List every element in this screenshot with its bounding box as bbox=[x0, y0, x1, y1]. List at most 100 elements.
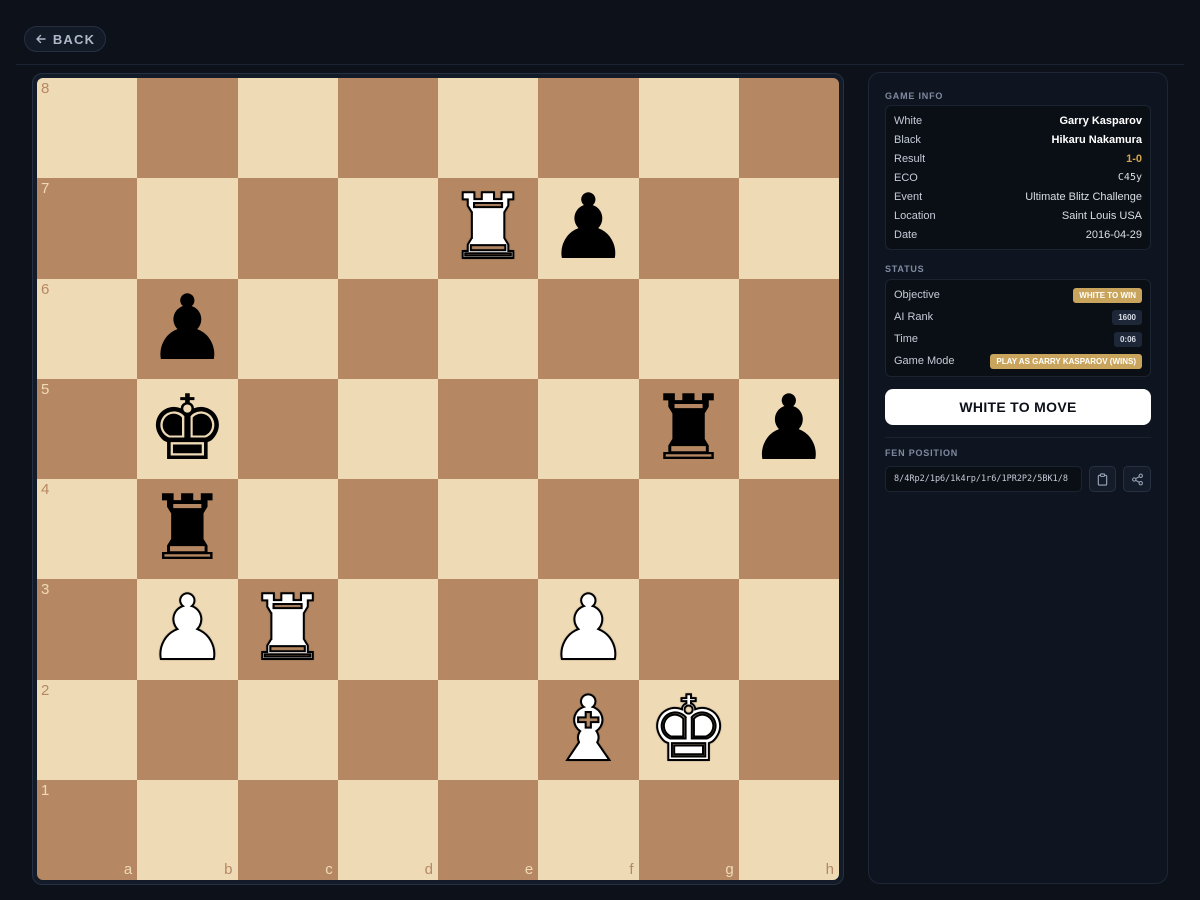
fen-title: FEN POSITION bbox=[885, 448, 959, 458]
square-a4[interactable]: 4 bbox=[37, 479, 138, 580]
square-c7[interactable] bbox=[237, 178, 338, 279]
game-info-value: Hikaru Nakamura bbox=[1051, 133, 1143, 146]
square-e5[interactable] bbox=[438, 378, 539, 479]
square-c5[interactable] bbox=[237, 378, 338, 479]
white-bishop-piece[interactable]: ♝ bbox=[538, 680, 638, 780]
square-e8[interactable] bbox=[438, 78, 539, 179]
file-label: e bbox=[524, 861, 534, 878]
square-h6[interactable] bbox=[738, 278, 839, 379]
square-g1[interactable]: g bbox=[638, 779, 739, 880]
square-h4[interactable] bbox=[738, 479, 839, 580]
square-g2[interactable]: ♚ bbox=[638, 679, 739, 780]
back-button-label: BACK bbox=[52, 31, 96, 47]
square-h7[interactable] bbox=[738, 178, 839, 279]
square-h1[interactable]: h bbox=[738, 779, 839, 880]
square-e4[interactable] bbox=[438, 479, 539, 580]
square-h5[interactable]: ♟ bbox=[738, 378, 839, 479]
square-f7[interactable]: ♟ bbox=[538, 178, 639, 279]
square-c1[interactable]: c bbox=[237, 779, 338, 880]
square-b2[interactable] bbox=[137, 679, 238, 780]
square-c6[interactable] bbox=[237, 278, 338, 379]
square-f2[interactable]: ♝ bbox=[538, 679, 639, 780]
status-key: Game Mode bbox=[894, 355, 955, 367]
black-rook-piece[interactable]: ♜ bbox=[137, 479, 237, 579]
square-e3[interactable] bbox=[438, 579, 539, 680]
square-d1[interactable]: d bbox=[337, 779, 438, 880]
status-row: Game Mode PLAY AS GARRY KASPAROV (WINS) bbox=[886, 350, 1150, 372]
rank-label: 5 bbox=[41, 380, 50, 398]
square-g3[interactable] bbox=[638, 579, 739, 680]
square-h2[interactable] bbox=[738, 679, 839, 780]
file-label: a bbox=[123, 861, 133, 878]
file-label: h bbox=[825, 861, 834, 878]
square-f8[interactable] bbox=[538, 78, 639, 179]
square-g6[interactable] bbox=[638, 278, 739, 379]
square-a5[interactable]: 5 bbox=[37, 378, 138, 479]
square-c8[interactable] bbox=[237, 78, 338, 179]
square-b6[interactable]: ♟ bbox=[137, 278, 238, 379]
white-rook-piece[interactable]: ♜ bbox=[438, 178, 538, 278]
square-h3[interactable] bbox=[738, 579, 839, 680]
turn-indicator-button[interactable]: WHITE TO MOVE bbox=[885, 389, 1151, 425]
square-a1[interactable]: 1a bbox=[37, 779, 138, 880]
square-g7[interactable] bbox=[638, 178, 739, 279]
square-d2[interactable] bbox=[337, 679, 438, 780]
square-b1[interactable]: b bbox=[137, 779, 238, 880]
white-rook-piece[interactable]: ♜ bbox=[238, 579, 338, 679]
white-pawn-piece[interactable]: ♟ bbox=[538, 579, 638, 679]
square-c2[interactable] bbox=[237, 679, 338, 780]
status-title: STATUS bbox=[885, 264, 925, 274]
square-g4[interactable] bbox=[638, 479, 739, 580]
square-a8[interactable]: 8 bbox=[37, 78, 138, 179]
game-info-key: Event bbox=[894, 190, 923, 203]
game-info-key: White bbox=[894, 114, 923, 127]
white-pawn-piece[interactable]: ♟ bbox=[137, 579, 237, 679]
game-info-value: Garry Kasparov bbox=[1059, 114, 1142, 127]
square-f6[interactable] bbox=[538, 278, 639, 379]
white-king-piece[interactable]: ♚ bbox=[639, 680, 739, 780]
rank-label: 3 bbox=[41, 581, 50, 599]
square-f3[interactable]: ♟ bbox=[538, 579, 639, 680]
fen-input[interactable] bbox=[885, 466, 1082, 492]
square-a7[interactable]: 7 bbox=[37, 178, 138, 279]
square-d8[interactable] bbox=[337, 78, 438, 179]
square-c4[interactable] bbox=[237, 479, 338, 580]
status-badge: 1600 bbox=[1112, 309, 1142, 325]
back-button[interactable]: BACK bbox=[24, 26, 106, 52]
square-b7[interactable] bbox=[137, 178, 238, 279]
square-e6[interactable] bbox=[438, 278, 539, 379]
square-c3[interactable]: ♜ bbox=[237, 579, 338, 680]
square-a6[interactable]: 6 bbox=[37, 278, 138, 379]
square-a2[interactable]: 2 bbox=[37, 679, 138, 780]
square-b3[interactable]: ♟ bbox=[137, 579, 238, 680]
black-king-piece[interactable]: ♚ bbox=[137, 379, 237, 479]
square-d5[interactable] bbox=[337, 378, 438, 479]
chess-board[interactable]: 8 7 ♜ ♟ 6 ♟ 5 ♚ ♜ ♟ 4 ♜ 3 ♟ ♜ ♟ 2 ♝ ♚ 1 a b c d e f g h bbox=[37, 78, 839, 880]
share-fen-button[interactable] bbox=[1123, 466, 1152, 492]
black-pawn-piece[interactable]: ♟ bbox=[538, 178, 638, 278]
square-e2[interactable] bbox=[438, 679, 539, 780]
square-a3[interactable]: 3 bbox=[37, 579, 138, 680]
square-e1[interactable]: e bbox=[438, 779, 539, 880]
square-d3[interactable] bbox=[337, 579, 438, 680]
square-h8[interactable] bbox=[738, 78, 839, 179]
game-info-key: Date bbox=[894, 228, 918, 241]
square-f1[interactable]: f bbox=[538, 779, 639, 880]
black-rook-piece[interactable]: ♜ bbox=[639, 379, 739, 479]
square-g8[interactable] bbox=[638, 78, 739, 179]
square-d6[interactable] bbox=[337, 278, 438, 379]
square-g5[interactable]: ♜ bbox=[638, 378, 739, 479]
square-f5[interactable] bbox=[538, 378, 639, 479]
game-info-row: Black Hikaru Nakamura bbox=[886, 130, 1150, 149]
square-b8[interactable] bbox=[137, 78, 238, 179]
black-pawn-piece[interactable]: ♟ bbox=[137, 279, 237, 379]
copy-fen-button[interactable] bbox=[1088, 466, 1117, 492]
game-info-row: Location Saint Louis USA bbox=[886, 206, 1150, 225]
black-pawn-piece[interactable]: ♟ bbox=[739, 379, 839, 479]
square-b4[interactable]: ♜ bbox=[137, 479, 238, 580]
square-e7[interactable]: ♜ bbox=[438, 178, 539, 279]
square-d4[interactable] bbox=[337, 479, 438, 580]
square-f4[interactable] bbox=[538, 479, 639, 580]
square-d7[interactable] bbox=[337, 178, 438, 279]
square-b5[interactable]: ♚ bbox=[137, 378, 238, 479]
